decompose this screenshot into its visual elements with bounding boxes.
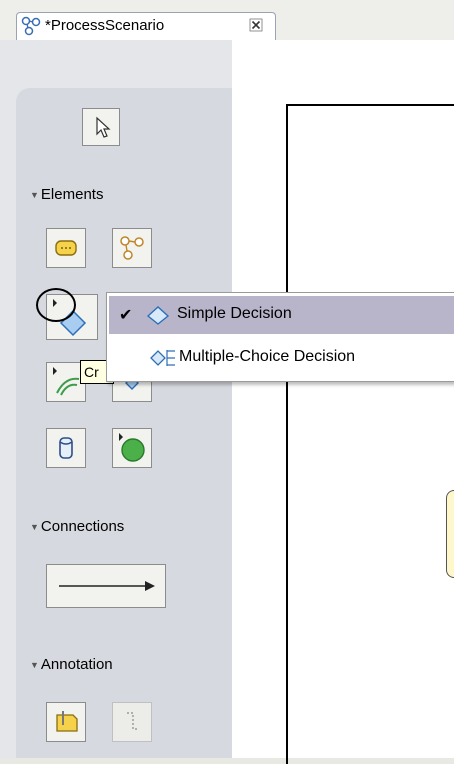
checkmark-icon: ✔: [119, 307, 133, 324]
process-icon: [120, 236, 144, 260]
note-tool[interactable]: [46, 702, 86, 742]
simple-decision-icon: [146, 306, 170, 325]
expand-triangle-icon: ▼: [30, 521, 39, 532]
diagram-node[interactable]: [446, 490, 454, 578]
process-diagram-icon: [21, 16, 41, 36]
section-elements[interactable]: ▼ Elements: [30, 186, 103, 203]
repository-tool[interactable]: [46, 428, 86, 468]
expand-triangle-icon: ▼: [30, 659, 39, 670]
multiple-choice-decision-icon: [150, 350, 175, 366]
section-connections[interactable]: ▼ Connections: [30, 518, 124, 535]
connection-tool[interactable]: [46, 564, 166, 608]
section-elements-label: Elements: [40, 186, 104, 203]
end-tool[interactable]: [112, 428, 152, 468]
menu-item-label: Multiple-Choice Decision: [179, 348, 356, 365]
decision-dropdown-menu: ✔ Simple Decision Multiple-Choice Decisi…: [106, 292, 454, 382]
end-node-icon: [119, 433, 145, 462]
select-arrow-icon: [96, 116, 111, 138]
select-tool[interactable]: [82, 108, 120, 146]
note-icon: [56, 711, 78, 732]
close-icon[interactable]: [249, 18, 263, 32]
connection-arrow-icon: [59, 581, 155, 591]
editor-tab-bar: *ProcessScenario: [0, 0, 454, 41]
highlight-circle: [36, 288, 76, 322]
repository-icon: [59, 437, 73, 459]
text-annotation-tool[interactable]: [112, 702, 152, 742]
section-annotation[interactable]: ▼ Annotation: [30, 656, 113, 673]
editor-tab[interactable]: *ProcessScenario: [16, 12, 276, 40]
process-tool[interactable]: [112, 228, 152, 268]
section-annotation-label: Annotation: [40, 656, 113, 673]
menu-item-simple-decision[interactable]: ✔ Simple Decision: [107, 296, 452, 334]
section-connections-label: Connections: [40, 518, 125, 535]
task-icon: [55, 240, 77, 256]
menu-item-label: Simple Decision: [177, 305, 292, 322]
expand-triangle-icon: ▼: [30, 189, 39, 200]
editor-tab-title: *ProcessScenario: [45, 17, 165, 34]
menu-item-multiple-choice-decision[interactable]: Multiple-Choice Decision: [107, 339, 452, 377]
task-tool[interactable]: [46, 228, 86, 268]
diagram-border: [286, 104, 454, 764]
text-annotation-icon: [127, 712, 139, 730]
